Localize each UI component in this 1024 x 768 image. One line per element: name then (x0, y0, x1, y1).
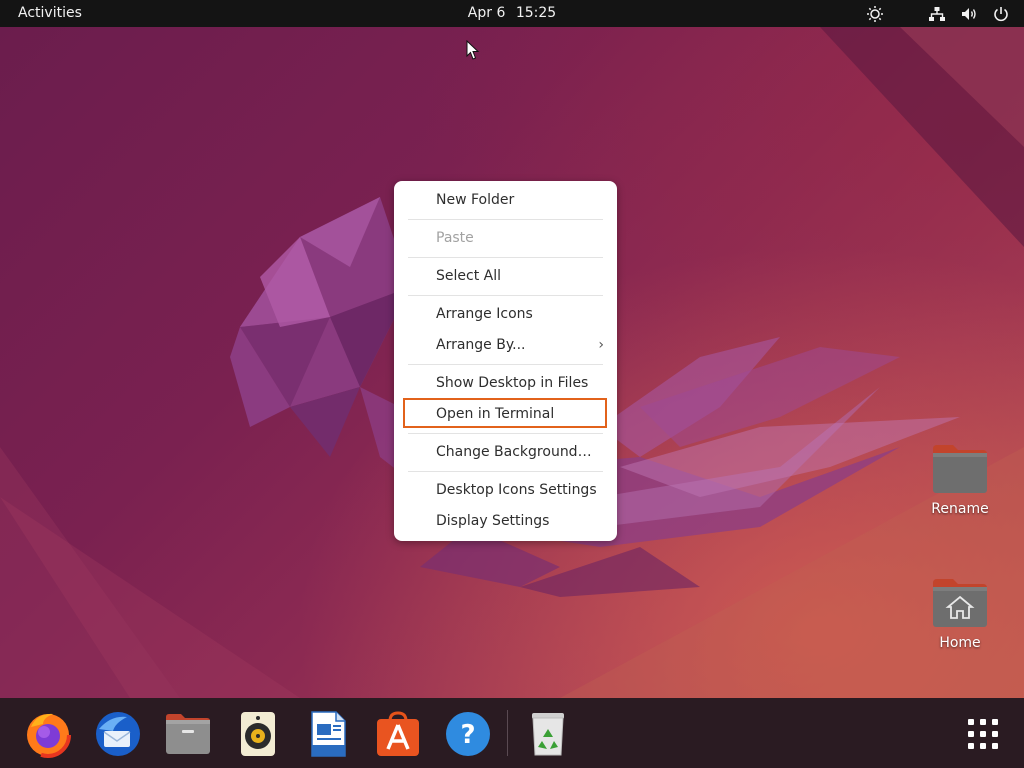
menu-item-new-folder[interactable]: New Folder (401, 185, 610, 216)
dock-item-rhythmbox[interactable] (233, 709, 283, 759)
menu-separator (408, 257, 603, 258)
menu-separator (408, 433, 603, 434)
clock-time: 15:25 (515, 5, 557, 21)
dock-item-show-applications[interactable] (958, 709, 1008, 759)
network-icon[interactable] (928, 5, 946, 23)
menu-item-arrange-icons[interactable]: Arrange Icons (401, 299, 610, 330)
menu-separator (408, 364, 603, 365)
dock-separator (507, 710, 508, 756)
menu-item-display-settings[interactable]: Display Settings (401, 506, 610, 537)
menu-item-desktop-icons-settings[interactable]: Desktop Icons Settings (401, 475, 610, 506)
software-icon (377, 711, 419, 756)
files-icon (166, 714, 210, 754)
dock-item-thunderbird[interactable] (93, 709, 143, 759)
dock-item-trash[interactable] (523, 709, 573, 759)
top-bar: Activities Apr 6 15:25 (0, 0, 1024, 27)
desktop-icon-rename[interactable]: Rename (920, 441, 1000, 517)
dock-item-ubuntu-software[interactable] (373, 709, 423, 759)
volume-icon[interactable] (960, 5, 978, 23)
menu-item-arrange-by[interactable]: Arrange By... › (401, 330, 610, 361)
dock-item-libreoffice-writer[interactable] (303, 709, 353, 759)
desktop-icon-label: Rename (931, 501, 989, 517)
trash-icon (532, 713, 564, 756)
clock-date: Apr 6 (467, 5, 506, 21)
menu-item-select-all[interactable]: Select All (401, 261, 610, 292)
menu-separator (408, 219, 603, 220)
writer-icon (311, 711, 346, 757)
mouse-pointer-icon (466, 40, 480, 60)
dock-item-firefox[interactable] (23, 709, 73, 759)
desktop-icon-label: Home (939, 635, 981, 651)
help-glyph: ? (460, 720, 475, 750)
menu-separator (408, 295, 603, 296)
chevron-right-icon: › (598, 337, 604, 353)
dock-item-files[interactable] (163, 709, 213, 759)
menu-item-paste: Paste (436, 230, 474, 246)
menu-item-show-desktop-in-files[interactable]: Show Desktop in Files (401, 368, 610, 399)
firefox-icon (25, 712, 71, 758)
desktop-icon-home[interactable]: Home (920, 575, 1000, 651)
accessibility-icon[interactable] (866, 5, 884, 23)
dock: ? (0, 698, 1024, 768)
help-icon: ? (446, 712, 490, 756)
menu-separator (408, 471, 603, 472)
thunderbird-icon (96, 712, 140, 756)
menu-item-open-in-terminal[interactable]: Open in Terminal (401, 399, 610, 430)
power-icon[interactable] (992, 5, 1010, 23)
app-grid-icon (968, 719, 998, 749)
home-folder-icon (933, 579, 987, 627)
folder-icon (933, 445, 987, 493)
menu-item-change-background[interactable]: Change Background… (401, 437, 610, 468)
rhythmbox-icon (241, 712, 275, 756)
menu-item-label: Arrange By... (436, 337, 526, 353)
desktop-context-menu: New Folder Paste Select All Arrange Icon… (394, 181, 617, 541)
system-tray[interactable] (866, 0, 1010, 27)
dock-item-help[interactable]: ? (443, 709, 493, 759)
